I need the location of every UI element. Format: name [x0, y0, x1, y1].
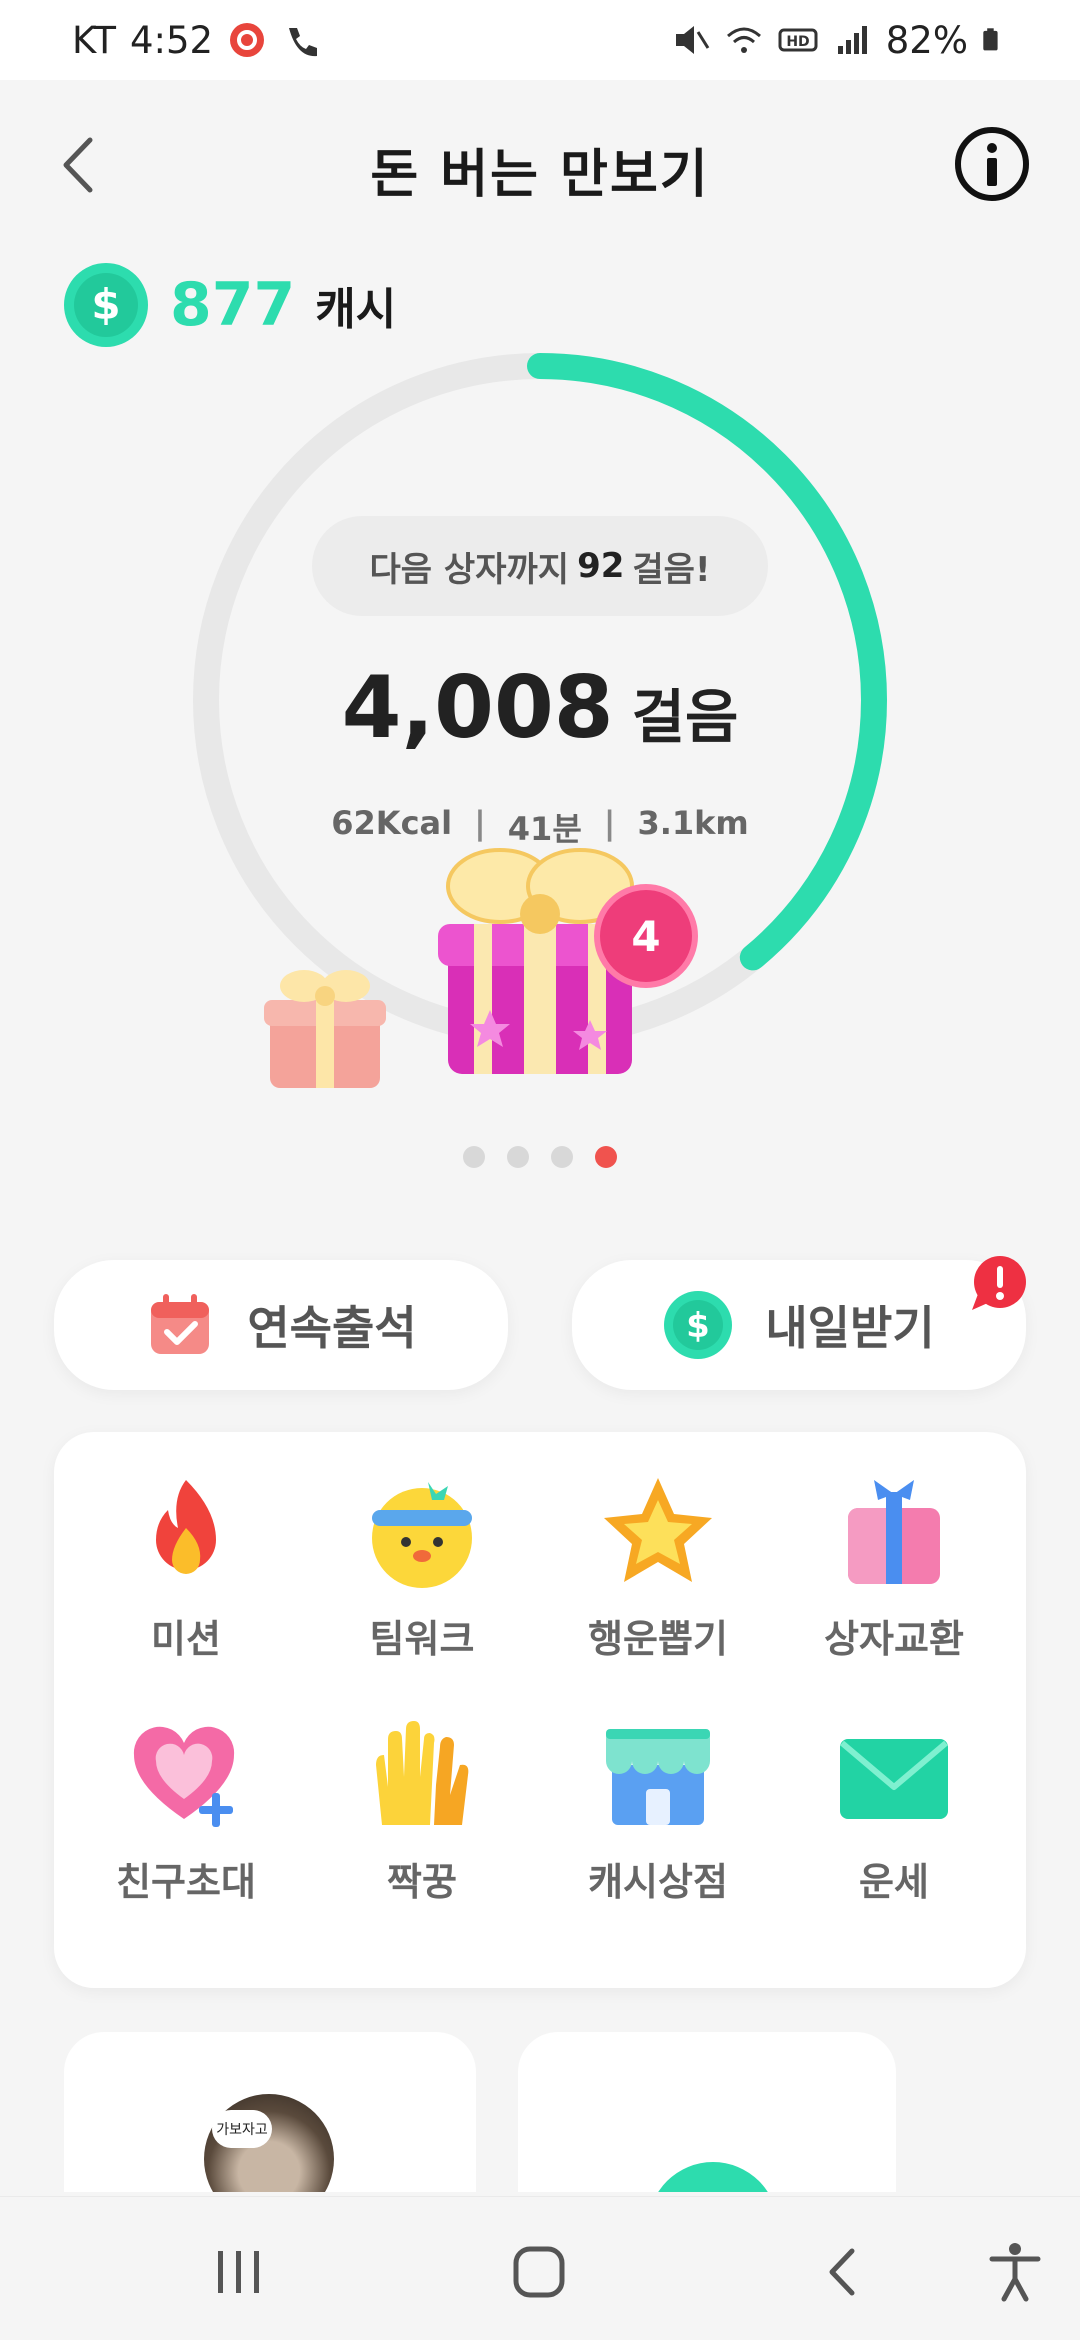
- pager-dot-active[interactable]: [595, 1146, 617, 1168]
- tomorrow-reward-button[interactable]: $ 내일받기: [572, 1256, 1026, 1390]
- teamwork-menu-item[interactable]: 팀워크: [304, 1472, 540, 1715]
- pager-dot[interactable]: [551, 1146, 573, 1168]
- info-icon[interactable]: [952, 124, 1032, 204]
- next-box-suffix: 걸음!: [632, 549, 711, 590]
- mute-icon: [675, 26, 710, 54]
- signal-icon: [837, 26, 867, 54]
- lucky-draw-label: 행운뽑기: [588, 1617, 728, 1661]
- back-icon[interactable]: [808, 2237, 878, 2307]
- next-box-message: 다음 상자까지 92 걸음!: [312, 516, 768, 616]
- partner-label: 짝꿍: [387, 1860, 457, 1904]
- steps-number: 4,008: [341, 658, 614, 758]
- tomorrow-reward-label: 내일받기: [765, 1301, 935, 1355]
- pager-dot[interactable]: [507, 1146, 529, 1168]
- battery-icon: [983, 28, 998, 51]
- partner-menu-item[interactable]: 짝꿍: [304, 1715, 540, 1958]
- gift-pager[interactable]: [0, 1146, 1080, 1168]
- svg-text:$: $: [687, 1306, 711, 1346]
- invite-friend-menu-item[interactable]: 친구초대: [68, 1715, 304, 1958]
- attendance-button[interactable]: 연속출석: [54, 1260, 508, 1390]
- app-notification-icon: [230, 23, 265, 57]
- battery-percent: 82%: [885, 18, 968, 62]
- hd-icon: HD: [778, 28, 818, 52]
- step-progress: 다음 상자까지 92 걸음! 4,008 걸음 62Kcal | 41분 | 3…: [0, 340, 1080, 1140]
- gift-count-badge: 4: [594, 884, 698, 988]
- mission-label: 미션: [151, 1617, 221, 1661]
- content-card[interactable]: [518, 2032, 896, 2192]
- cash-store-label: 캐시상점: [588, 1860, 728, 1904]
- invite-friend-label: 친구초대: [116, 1860, 256, 1904]
- chick-headband-icon: [372, 1482, 472, 1588]
- recent-apps-icon[interactable]: [204, 2237, 274, 2307]
- fortune-menu-item[interactable]: 운세: [776, 1715, 1012, 1958]
- cash-amount: 877: [170, 270, 296, 340]
- fortune-label: 운세: [859, 1860, 929, 1904]
- lucky-draw-menu-item[interactable]: 행운뽑기: [540, 1472, 776, 1715]
- fire-icon: [156, 1480, 216, 1574]
- small-gift-box-icon[interactable]: [256, 958, 394, 1096]
- heart-plus-icon: [133, 1726, 235, 1827]
- gift-box-icon: [848, 1480, 940, 1584]
- cash-balance[interactable]: $ 877 캐시: [62, 260, 396, 350]
- dollar-coin-icon: $: [664, 1291, 733, 1359]
- box-exchange-menu-item[interactable]: 상자교환: [776, 1472, 1012, 1715]
- store-icon: [606, 1729, 710, 1825]
- accessibility-icon[interactable]: [980, 2237, 1050, 2307]
- status-bar: KT 4:52 HD 82%: [0, 0, 1080, 80]
- feature-menu: 미션 팀워크 행운뽑기 상자교환 친구초대 짝꿍 캐시상점 운세: [54, 1432, 1026, 1988]
- system-nav-bar: [0, 2196, 1080, 2340]
- box-exchange-label: 상자교환: [824, 1617, 964, 1661]
- distance-stat: 3.1km: [637, 804, 749, 842]
- step-count: 4,008 걸음: [0, 658, 1080, 758]
- content-card[interactable]: 가보자고: [64, 2032, 476, 2192]
- calendar-check-icon: [151, 1294, 210, 1354]
- next-box-prefix: 다음 상자까지: [369, 549, 570, 590]
- high-five-hands-icon: [376, 1721, 469, 1825]
- clock: 4:52: [130, 18, 214, 62]
- app-header: 돈 버는 만보기: [0, 110, 1080, 220]
- attendance-label: 연속출석: [247, 1301, 417, 1355]
- cash-store-menu-item[interactable]: 캐시상점: [540, 1715, 776, 1958]
- steps-unit: 걸음: [631, 683, 739, 751]
- next-box-count: 92: [577, 546, 625, 586]
- star-icon: [604, 1478, 712, 1582]
- page-title: 돈 버는 만보기: [370, 145, 710, 205]
- mission-menu-item[interactable]: 미션: [68, 1472, 304, 1715]
- svg-text:$: $: [91, 280, 120, 329]
- teamwork-label: 팀워크: [369, 1617, 475, 1661]
- call-notification-icon: [289, 28, 318, 57]
- svg-text:HD: HD: [786, 34, 809, 50]
- carrier-label: KT: [72, 18, 116, 62]
- wifi-icon: [726, 27, 761, 53]
- cash-unit: 캐시: [315, 284, 397, 335]
- envelope-icon: [840, 1739, 948, 1819]
- pager-dot[interactable]: [463, 1146, 485, 1168]
- avatar-speech-bubble: 가보자고: [212, 2110, 272, 2148]
- green-circle-graphic: [648, 2162, 778, 2192]
- alert-icon: [972, 1256, 1026, 1310]
- home-icon[interactable]: [504, 2237, 574, 2307]
- dollar-coin-icon: $: [64, 263, 148, 347]
